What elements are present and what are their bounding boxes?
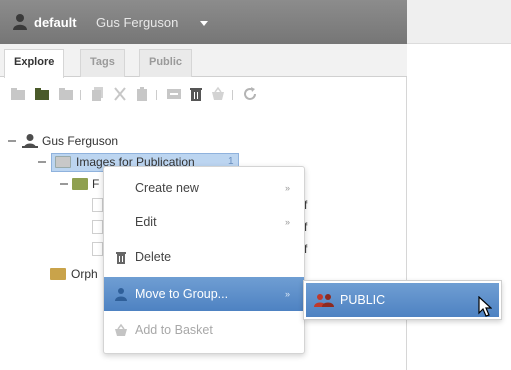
refresh-icon[interactable] [242,86,258,102]
tab-bar: Explore Tags Public [0,44,407,78]
folder-icon [50,268,66,280]
folder-icon [72,178,88,190]
collapse-icon[interactable] [60,183,68,185]
toolbar [0,77,407,113]
chevron-down-icon[interactable] [200,21,208,26]
toolbar-divider [80,90,81,100]
menu-item-label: Delete [135,250,172,264]
right-panel-header [407,0,511,44]
basket-icon [115,323,127,336]
tab-explore[interactable]: Explore [4,49,65,78]
folder-icon [55,156,71,168]
image-icon[interactable] [92,198,103,212]
context-menu: Create new » Edit » Delete Move to Group… [103,166,305,354]
menu-item-move-to-group[interactable]: Move to Group... » [104,277,304,311]
submenu-item-public[interactable]: PUBLIC [306,283,499,317]
menu-item-delete[interactable]: Delete [104,240,304,274]
tree-root-label: Gus Ferguson [42,134,119,148]
user-name: Gus Ferguson [96,15,179,30]
submenu: PUBLIC [303,280,502,320]
collapse-icon[interactable] [38,161,46,163]
menu-item-label: Move to Group... [135,287,229,301]
trash-icon [116,252,126,264]
group-name: default [34,15,77,30]
tree-orphaned-label: Orph [71,267,98,281]
paste-icon[interactable] [134,86,150,102]
menu-item-label: Create new [135,181,199,195]
menu-item-add-to-basket[interactable]: Add to Basket [104,313,304,347]
menu-item-label: Edit [135,215,157,229]
menu-item-edit[interactable]: Edit » [104,205,304,239]
tab-tags[interactable]: Tags [80,49,125,77]
group-icon [314,294,334,307]
folder-icon[interactable] [34,86,50,102]
new-container-icon[interactable] [10,86,26,102]
toolbar-divider [232,90,233,100]
menu-item-create-new[interactable]: Create new » [104,171,304,205]
collapse-icon[interactable] [8,140,16,142]
image-icon[interactable] [92,242,103,256]
user-icon [115,288,127,301]
project-icon[interactable] [58,86,74,102]
copy-icon[interactable] [90,86,106,102]
user-icon [22,134,38,148]
basket-icon[interactable] [210,86,226,102]
remove-icon[interactable] [166,86,182,102]
cut-icon[interactable] [112,86,128,102]
tab-public[interactable]: Public [139,49,193,77]
menu-item-label: Add to Basket [135,323,213,337]
toolbar-divider [156,90,157,100]
user-bar[interactable]: default Gus Ferguson [0,0,407,44]
cursor-icon [478,296,492,317]
image-icon[interactable] [92,220,103,234]
submenu-arrow-icon: » [284,289,290,299]
submenu-item-label: PUBLIC [340,293,386,307]
delete-icon[interactable] [188,86,204,102]
user-icon [13,14,27,30]
tree-child-folder-label: F [92,177,100,191]
submenu-arrow-icon: » [284,183,290,193]
submenu-arrow-icon: » [284,217,290,227]
